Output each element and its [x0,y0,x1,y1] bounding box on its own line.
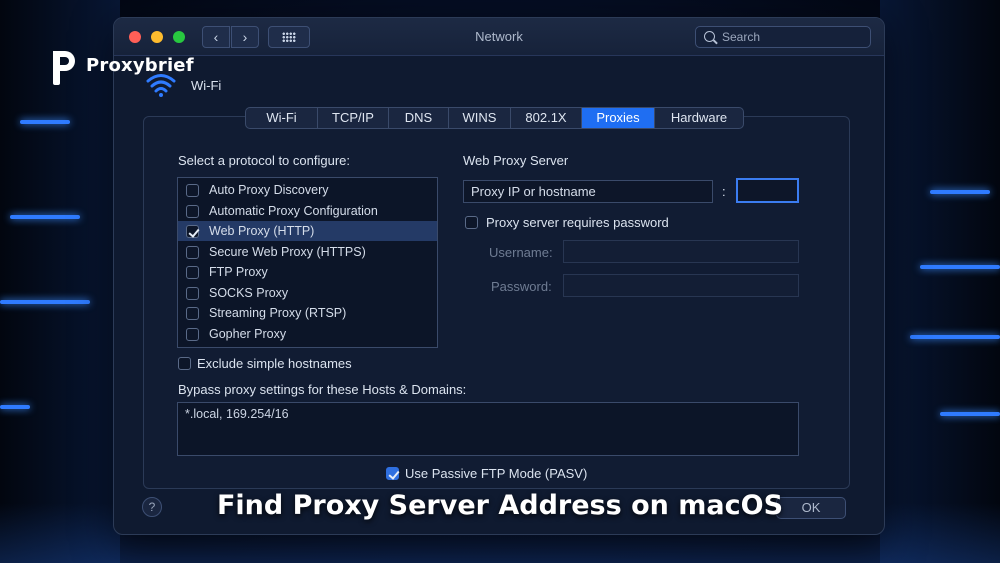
proxy-port-input[interactable] [736,178,799,203]
proxy-host-input[interactable]: Proxy IP or hostname [463,180,713,203]
checkbox[interactable] [186,307,199,320]
protocol-item-secure-web-proxy[interactable]: Secure Web Proxy (HTTPS) [178,242,437,262]
protocol-item-web-proxy[interactable]: Web Proxy (HTTP) [178,221,437,241]
protocol-item-gopher-proxy[interactable]: Gopher Proxy [178,324,437,344]
rack-light [940,412,1000,416]
checkbox-checked[interactable] [186,225,199,238]
protocol-label: SOCKS Proxy [209,286,289,300]
checkbox[interactable] [186,287,199,300]
port-separator: : [722,184,726,199]
protocol-heading: Select a protocol to configure: [178,153,350,168]
protocol-item-ftp-proxy[interactable]: FTP Proxy [178,262,437,282]
protocol-label: Automatic Proxy Configuration [209,204,378,218]
protocol-label: Web Proxy (HTTP) [209,224,315,238]
tab-wins[interactable]: WINS [449,108,511,128]
passive-ftp-label: Use Passive FTP Mode (PASV) [405,466,588,481]
bypass-label: Bypass proxy settings for these Hosts & … [178,382,467,397]
protocol-label: Streaming Proxy (RTSP) [209,306,347,320]
protocol-item-streaming-proxy[interactable]: Streaming Proxy (RTSP) [178,303,437,323]
server-rack-right [880,0,1000,563]
rack-light [20,120,70,124]
password-label: Password: [491,279,552,294]
username-input[interactable] [563,240,799,263]
caption-title: Find Proxy Server Address on macOS [216,490,784,521]
protocol-label: FTP Proxy [209,265,268,279]
requires-password-checkbox[interactable] [465,216,478,229]
proxybrief-logo-icon [48,47,80,89]
rack-light [930,190,990,194]
search-placeholder: Search [722,30,761,44]
title-bar: ‹ › Network Search [114,18,884,56]
rack-light [920,265,1000,269]
protocol-label: Gopher Proxy [209,327,287,341]
checkbox[interactable] [186,205,199,218]
search-field[interactable]: Search [695,26,871,48]
protocol-item-auto-discovery[interactable]: Auto Proxy Discovery [178,180,437,200]
protocol-item-socks-proxy[interactable]: SOCKS Proxy [178,283,437,303]
rack-light [0,300,90,304]
rack-light [0,405,30,409]
tab-8021x[interactable]: 802.1X [511,108,582,128]
checkbox[interactable] [186,328,199,341]
checkbox[interactable] [186,266,199,279]
tab-dns[interactable]: DNS [389,108,449,128]
interface-name: Wi-Fi [191,78,222,93]
username-label: Username: [489,245,553,260]
bypass-textarea[interactable]: *.local, 169.254/16 [177,402,799,456]
search-icon [704,31,715,42]
server-heading: Web Proxy Server [463,153,569,168]
tab-bar: Wi-Fi TCP/IP DNS WINS 802.1X Proxies Har… [245,107,744,129]
requires-password-label: Proxy server requires password [486,215,669,230]
brand-name: Proxybrief [86,54,194,76]
rack-light [910,335,1000,339]
tab-tcpip[interactable]: TCP/IP [318,108,389,128]
protocol-label: Secure Web Proxy (HTTPS) [209,245,366,259]
tab-hardware[interactable]: Hardware [655,108,743,128]
protocol-list: Auto Proxy Discovery Automatic Proxy Con… [177,177,438,348]
tab-proxies[interactable]: Proxies [582,108,655,128]
exclude-simple-label: Exclude simple hostnames [197,356,352,371]
passive-ftp-checkbox[interactable] [386,467,399,480]
protocol-label: Auto Proxy Discovery [209,183,329,197]
rack-light [10,215,80,219]
checkbox[interactable] [186,246,199,259]
protocol-item-auto-config[interactable]: Automatic Proxy Configuration [178,201,437,221]
tab-wifi[interactable]: Wi-Fi [246,108,318,128]
checkbox[interactable] [186,184,199,197]
password-input[interactable] [563,274,799,297]
wifi-icon [146,74,176,97]
exclude-simple-checkbox[interactable] [178,357,191,370]
